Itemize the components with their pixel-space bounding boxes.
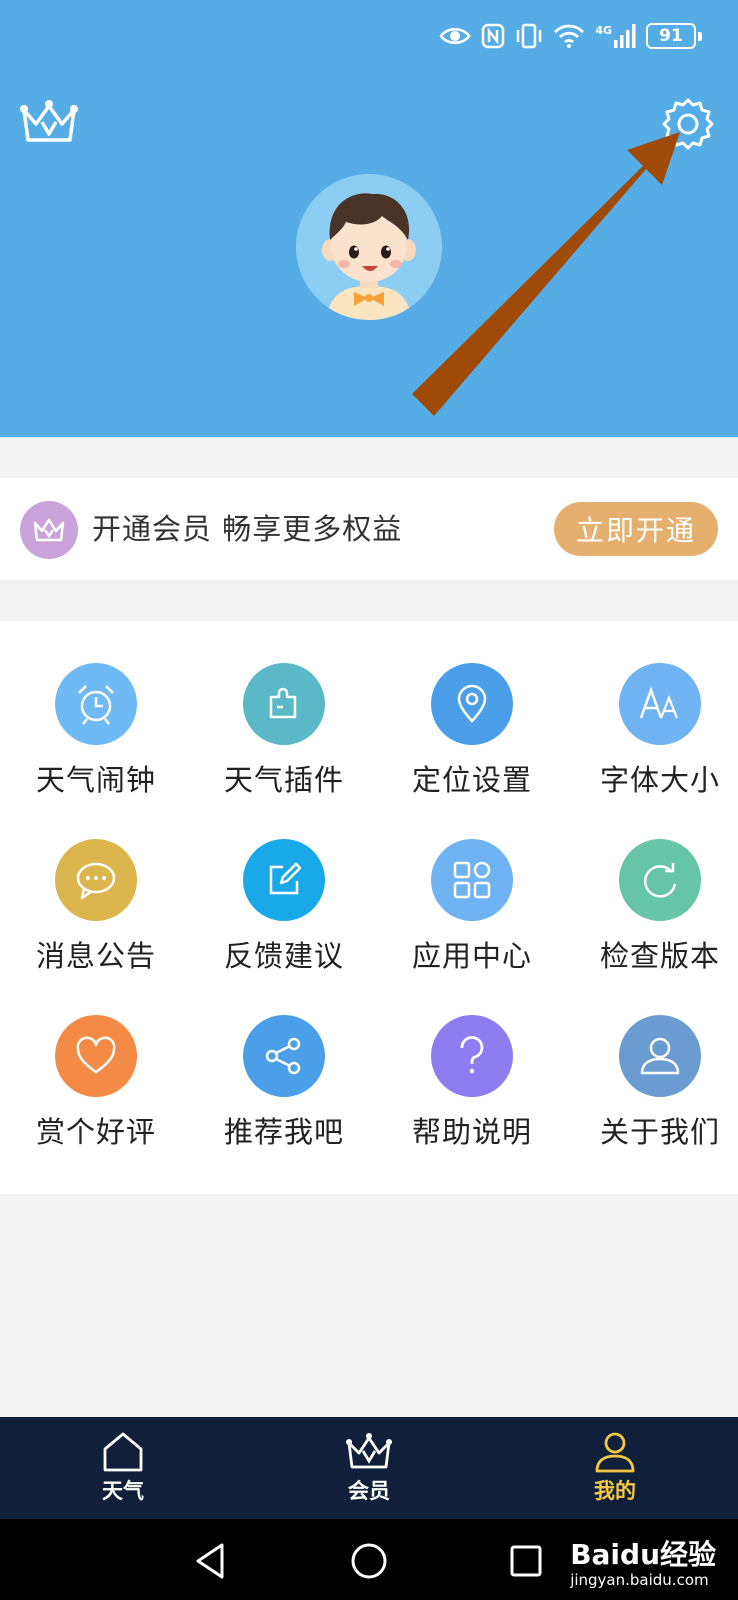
home-icon: [103, 1432, 143, 1472]
bottom-tab-bar: 天气 会员 我的: [0, 1417, 738, 1519]
watermark-sub: jingyan.baidu.com: [570, 1571, 709, 1589]
wifi-icon: [554, 24, 585, 48]
grid-item-about-us[interactable]: 关于我们: [568, 973, 738, 1149]
edit-icon: [243, 839, 325, 921]
nav-back-button[interactable]: [190, 1539, 234, 1583]
question-icon: [431, 1015, 513, 1097]
alarm-clock-icon: [55, 663, 137, 745]
crown-icon: [33, 518, 65, 542]
nav-home-button[interactable]: [347, 1539, 391, 1583]
grid-item-recommend[interactable]: 推荐我吧: [192, 973, 376, 1149]
share-icon: [243, 1015, 325, 1097]
tab-mine[interactable]: 我的: [492, 1417, 738, 1519]
grid-label: 推荐我吧: [223, 1115, 344, 1149]
grid-item-font-size[interactable]: 字体大小: [568, 621, 738, 797]
settings-button[interactable]: [660, 96, 716, 152]
system-navigation-bar: Baidu经验 jingyan.baidu.com: [0, 1519, 738, 1600]
apps-grid-icon: [431, 839, 513, 921]
profile-header: 4G 91: [0, 0, 738, 437]
back-triangle-icon: [196, 1543, 224, 1579]
grid-label: 消息公告: [35, 939, 156, 973]
recents-square-icon: [510, 1545, 542, 1577]
feature-grid: 天气闹钟 天气插件 定位设置 字体大小 消息公告 反馈建议 应用中心 检查版本 …: [0, 621, 738, 1194]
grid-item-location-settings[interactable]: 定位设置: [380, 621, 564, 797]
puzzle-icon: [243, 663, 325, 745]
refresh-icon: [619, 839, 701, 921]
message-icon: [55, 839, 137, 921]
battery-indicator: 91: [646, 23, 702, 49]
network-type: 4G: [595, 24, 612, 37]
grid-item-feedback[interactable]: 反馈建议: [192, 797, 376, 973]
vip-promo-text: 开通会员 畅享更多权益: [92, 512, 403, 546]
tab-label: 天气: [102, 1479, 144, 1503]
heart-icon: [55, 1015, 137, 1097]
activate-vip-button[interactable]: 立即开通: [554, 502, 718, 556]
home-circle-icon: [351, 1543, 387, 1579]
user-icon: [619, 1015, 701, 1097]
grid-item-announcements[interactable]: 消息公告: [4, 797, 188, 973]
nav-recents-button[interactable]: [504, 1539, 548, 1583]
crown-icon: [20, 100, 78, 142]
tab-label: 我的: [594, 1479, 636, 1503]
vip-badge: [20, 501, 78, 559]
eye-icon: [439, 28, 471, 44]
vip-promo-bar: 开通会员 畅享更多权益 立即开通: [0, 478, 738, 580]
boy-avatar-icon: [296, 174, 442, 320]
grid-label: 定位设置: [411, 763, 532, 797]
tab-label: 会员: [348, 1479, 390, 1503]
font-size-icon: [619, 663, 701, 745]
user-avatar[interactable]: [296, 174, 442, 320]
grid-item-help[interactable]: 帮助说明: [380, 973, 564, 1149]
tab-member[interactable]: 会员: [246, 1417, 492, 1519]
grid-item-weather-alarm[interactable]: 天气闹钟: [4, 621, 188, 797]
grid-item-weather-widget[interactable]: 天气插件: [192, 621, 376, 797]
grid-item-rate-us[interactable]: 赏个好评: [4, 973, 188, 1149]
location-pin-icon: [431, 663, 513, 745]
nfc-icon: [482, 23, 505, 49]
battery-level: 91: [659, 26, 683, 46]
vip-crown-button[interactable]: [18, 96, 80, 150]
grid-label: 反馈建议: [223, 939, 344, 973]
grid-label: 字体大小: [599, 763, 720, 797]
grid-label: 天气插件: [223, 763, 344, 797]
grid-label: 帮助说明: [411, 1115, 532, 1149]
signal-icon: 4G: [595, 24, 636, 48]
grid-item-check-version[interactable]: 检查版本: [568, 797, 738, 973]
baidu-jingyan-watermark: Baidu经验 jingyan.baidu.com: [570, 1533, 716, 1589]
watermark-main: Baidu经验: [570, 1538, 716, 1571]
grid-label: 赏个好评: [35, 1115, 156, 1149]
grid-item-app-center[interactable]: 应用中心: [380, 797, 564, 973]
status-bar: 4G 91: [439, 20, 702, 52]
person-icon: [595, 1432, 635, 1473]
gear-icon: [662, 98, 714, 150]
tab-weather[interactable]: 天气: [0, 1417, 246, 1519]
crown-icon: [346, 1433, 392, 1469]
grid-label: 应用中心: [411, 939, 532, 973]
grid-label: 天气闹钟: [35, 763, 156, 797]
grid-label: 关于我们: [599, 1115, 720, 1149]
grid-label: 检查版本: [599, 939, 720, 973]
vibrate-icon: [517, 23, 542, 49]
